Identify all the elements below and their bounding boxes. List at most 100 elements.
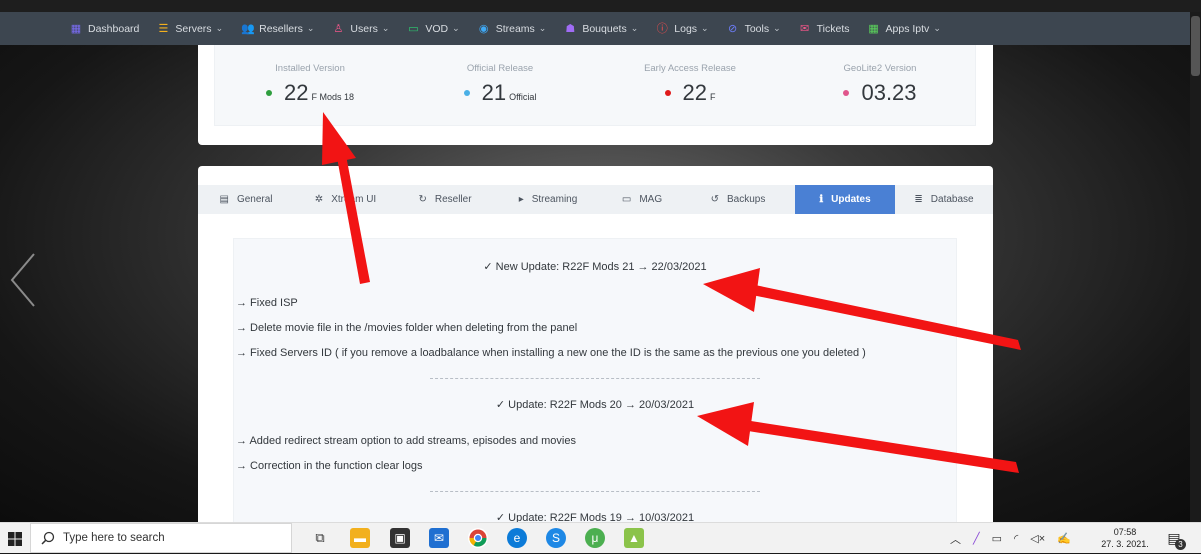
nav-label: Tickets [816, 22, 850, 35]
status-dot-icon [265, 90, 272, 96]
update-item: → Correction in the function clear logs [236, 460, 423, 472]
tab-label: Backups [727, 194, 766, 205]
nav-label: VOD [425, 22, 449, 35]
utorrent-icon[interactable]: μ [585, 528, 605, 548]
version-stats: Installed Version 22 F Mods 18 Official R… [214, 45, 976, 126]
scrollbar-thumb[interactable] [1191, 16, 1200, 76]
divider [430, 491, 760, 492]
backups-icon: ↺ [710, 194, 720, 205]
stat-official-release: Official Release 21 Official [405, 45, 595, 106]
nav-tools[interactable]: ⊘ Tools ⌄ [727, 23, 781, 35]
image-viewer-icon[interactable]: ▲ [624, 528, 644, 548]
chevron-down-icon: ⌄ [933, 23, 941, 33]
tab-general[interactable]: ▤ General [198, 185, 294, 214]
settings-card: ▤ General ✲ Xtream UI ↻ Reseller ▸ Streaming ▭ MA… [198, 166, 993, 524]
tab-xtream-ui[interactable]: ✲ Xtream UI [294, 185, 397, 214]
top-navbar: ▦ Dashboard ☰ Servers ⌄ 👥 Resellers ⌄ ♙ Users ⌄ ▭ VO… [0, 12, 1190, 45]
tab-label: Updates [831, 194, 871, 205]
stat-early-access-release: Early Access Release 22 F [595, 45, 785, 106]
tab-reseller[interactable]: ↻ Reseller [397, 185, 493, 214]
notification-center-icon[interactable]: ▤ 3 [1164, 528, 1186, 550]
top-strip [0, 0, 1201, 12]
tickets-icon: ✉ [800, 22, 810, 35]
file-explorer-icon[interactable]: ▬ [350, 528, 370, 548]
streaming-icon: ▸ [518, 194, 524, 205]
stat-label: Official Release [466, 63, 534, 74]
carousel-prev-icon[interactable] [8, 250, 38, 310]
nav-streams[interactable]: ◉ Streams ⌄ [478, 22, 547, 35]
general-icon: ▤ [219, 194, 229, 205]
stat-installed-version: Installed Version 22 F Mods 18 [215, 45, 405, 106]
nav-users[interactable]: ♙ Users ⌄ [332, 23, 389, 35]
edge-icon[interactable]: e [507, 528, 527, 548]
nav-label: Streams [495, 22, 535, 35]
nav-label: Logs [674, 22, 698, 35]
vod-icon: ▭ [408, 22, 419, 35]
nav-tickets[interactable]: ✉ Tickets [799, 22, 850, 35]
status-dot-icon [843, 90, 850, 96]
tab-label: Database [930, 194, 974, 205]
pen-icon[interactable]: ╱ [973, 532, 980, 545]
streams-icon: ◉ [478, 22, 489, 35]
show-hidden-icons-chevron-icon[interactable]: ︿ [950, 531, 961, 547]
handwriting-icon[interactable]: ✍ [1057, 532, 1071, 545]
bouquets-icon: ☗ [565, 22, 576, 35]
start-button[interactable] [0, 523, 30, 554]
reseller-icon: ↻ [418, 194, 427, 205]
task-view-icon[interactable]: ⧉ [310, 528, 330, 548]
nav-bouquets[interactable]: ☗ Bouquets ⌄ [564, 23, 638, 35]
stat-label: Installed Version [275, 63, 345, 74]
notification-count: 3 [1175, 539, 1186, 550]
taskbar-search[interactable]: Type here to search [30, 523, 292, 553]
tab-label: Reseller [434, 194, 472, 205]
update-title: ✓ Update: R22F Mods 20 → 20/03/2021 [495, 399, 695, 411]
mail-icon[interactable]: ✉ [429, 528, 449, 548]
stat-value: 22 [682, 80, 707, 105]
tools-icon: ⊘ [727, 22, 738, 35]
chevron-down-icon: ⌄ [381, 23, 390, 33]
nav-label: Resellers [259, 22, 303, 35]
nav-label: Apps Iptv [885, 22, 930, 35]
taskbar-clock[interactable]: 07:58 27. 3. 2021. [1100, 526, 1150, 550]
clock-date: 27. 3. 2021. [1101, 539, 1149, 549]
volume-icon[interactable]: ◁× [1030, 532, 1045, 545]
users-icon: ♙ [333, 22, 344, 35]
settings-tabs: ▤ General ✲ Xtream UI ↻ Reseller ▸ Streaming ▭ MA… [198, 185, 993, 214]
tab-updates[interactable]: ℹ Updates [795, 185, 895, 214]
apps-icon: ▦ [868, 22, 879, 35]
chevron-down-icon: ⌄ [630, 23, 639, 33]
nav-servers[interactable]: ☰ Servers ⌄ [157, 23, 223, 35]
skype-icon[interactable]: S [546, 528, 566, 548]
store-icon[interactable]: ▣ [390, 528, 410, 548]
stat-suffix: F [709, 92, 716, 102]
stat-value: 22 [283, 80, 309, 105]
wifi-icon[interactable]: ◜ [1014, 532, 1018, 545]
stat-label: Early Access Release [644, 63, 736, 74]
tab-mag[interactable]: ▭ MAG [603, 185, 681, 214]
battery-icon[interactable]: ▭ [992, 532, 1002, 545]
tab-label: General [236, 194, 273, 205]
tab-backups[interactable]: ↺ Backups [681, 185, 795, 214]
chrome-icon[interactable] [468, 528, 488, 548]
update-item: → Added redirect stream option to add st… [236, 435, 576, 447]
nav-vod[interactable]: ▭ VOD ⌄ [407, 22, 460, 35]
tab-label: MAG [639, 194, 663, 205]
tab-database[interactable]: ≣ Database [895, 185, 993, 214]
nav-label: Tools [744, 22, 770, 35]
status-dot-icon [463, 90, 470, 96]
nav-apps-iptv[interactable]: ▦ Apps Iptv ⌄ [868, 23, 941, 35]
nav-dashboard[interactable]: ▦ Dashboard [70, 23, 140, 35]
nav-label: Servers [175, 22, 212, 35]
chevron-down-icon: ⌄ [452, 23, 460, 33]
windows-logo-icon [8, 531, 22, 546]
clock-time: 07:58 [1113, 527, 1137, 537]
nav-logs[interactable]: ⓘ Logs ⌄ [656, 22, 709, 35]
nav-resellers[interactable]: 👥 Resellers ⌄ [241, 23, 314, 35]
chevron-down-icon: ⌄ [701, 23, 709, 33]
search-placeholder: Type here to search [63, 532, 165, 544]
chevron-down-icon: ⌄ [538, 23, 547, 33]
scrollbar[interactable] [1190, 12, 1201, 522]
tab-streaming[interactable]: ▸ Streaming [493, 185, 603, 214]
stat-value: 03.23 [861, 80, 917, 105]
status-dot-icon [664, 90, 671, 96]
